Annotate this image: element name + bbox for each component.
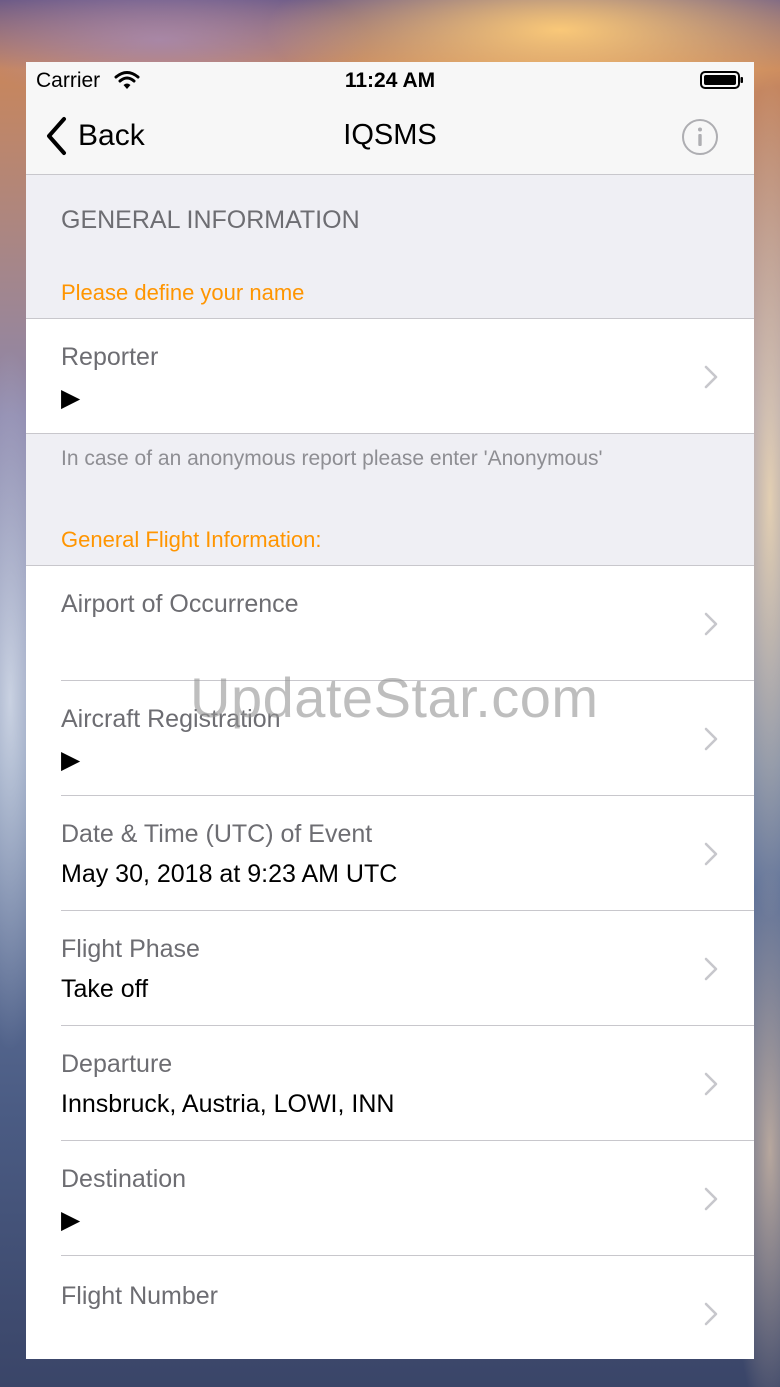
chevron-right-icon: [704, 1072, 718, 1096]
airport-of-occurrence-label: Airport of Occurrence: [61, 590, 299, 618]
chevron-right-icon: [704, 1187, 718, 1211]
chevron-right-icon: [704, 727, 718, 751]
destination-value: ▶: [61, 1206, 81, 1234]
app-screen: Carrier 11:24 AM Back IQSMS GENERAL INFO…: [26, 62, 754, 1359]
battery-icon: [700, 71, 743, 89]
section-header-flight: General Flight Information:: [61, 527, 322, 552]
reporter-value: ▶: [61, 384, 81, 412]
event-datetime-row[interactable]: Date & Time (UTC) of Event May 30, 2018 …: [26, 796, 754, 911]
aircraft-registration-label: Aircraft Registration: [61, 705, 281, 733]
flight-number-row[interactable]: Flight Number: [26, 1256, 754, 1359]
info-circle-icon[interactable]: [681, 118, 719, 156]
flight-phase-label: Flight Phase: [61, 935, 200, 963]
status-time: 11:24 AM: [344, 69, 436, 92]
chevron-right-icon: [704, 957, 718, 981]
chevron-right-icon: [704, 1302, 718, 1326]
reporter-row[interactable]: Reporter ▶: [26, 319, 754, 434]
departure-label: Departure: [61, 1050, 173, 1078]
aircraft-registration-row[interactable]: Aircraft Registration ▶: [26, 681, 754, 796]
flight-info-group: Airport of Occurrence Aircraft Registrat…: [26, 565, 754, 1359]
reporter-label: Reporter: [61, 343, 159, 371]
flight-phase-value: Take off: [61, 975, 149, 1003]
flight-phase-row[interactable]: Flight Phase Take off: [26, 911, 754, 1026]
aircraft-registration-value: ▶: [61, 746, 81, 774]
status-bar: Carrier 11:24 AM: [26, 62, 754, 100]
event-datetime-label: Date & Time (UTC) of Event: [61, 820, 373, 848]
departure-row[interactable]: Departure Innsbruck, Austria, LOWI, INN: [26, 1026, 754, 1141]
reporter-footer-note: In case of an anonymous report please en…: [61, 447, 603, 470]
chevron-right-icon: [704, 612, 718, 636]
navigation-bar: Back IQSMS: [26, 100, 754, 175]
airport-of-occurrence-row[interactable]: Airport of Occurrence: [26, 566, 754, 681]
section-header-general: GENERAL INFORMATION: [61, 206, 360, 234]
section-subheader-name: Please define your name: [61, 280, 305, 305]
departure-value: Innsbruck, Austria, LOWI, INN: [61, 1090, 395, 1118]
chevron-right-icon: [704, 842, 718, 866]
destination-label: Destination: [61, 1165, 187, 1193]
destination-row[interactable]: Destination ▶: [26, 1141, 754, 1256]
group-divider: [26, 433, 754, 434]
flight-number-label: Flight Number: [61, 1282, 218, 1310]
page-title: IQSMS: [343, 119, 437, 151]
reporter-group: Reporter ▶: [26, 318, 754, 434]
event-datetime-value: May 30, 2018 at 9:23 AM UTC: [61, 860, 398, 888]
chevron-right-icon: [704, 365, 718, 389]
